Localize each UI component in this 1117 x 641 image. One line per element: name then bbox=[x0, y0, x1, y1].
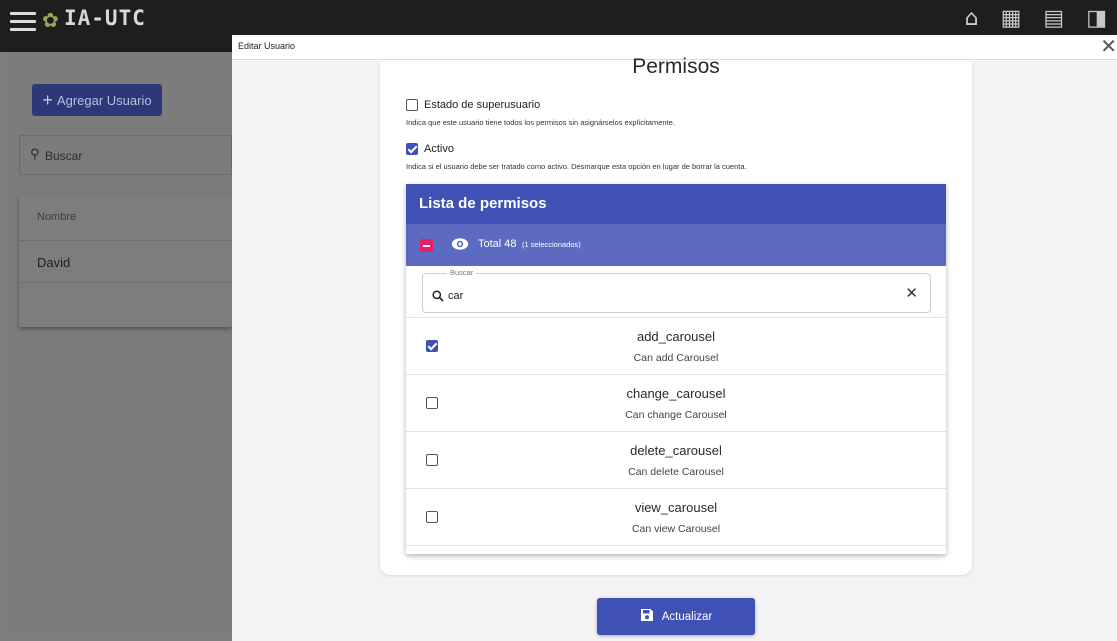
search-icon bbox=[432, 289, 444, 307]
modal-body: Permisos Estado de superusuario Indica q… bbox=[232, 55, 1117, 641]
permission-list-toolbar: Total 48 (1 seleccionados) bbox=[406, 224, 946, 266]
list-item[interactable]: change_carousel Can change Carousel bbox=[406, 375, 946, 432]
update-button[interactable]: Actualizar bbox=[597, 598, 755, 635]
list-item[interactable]: add_carousel Can add Carousel bbox=[406, 318, 946, 375]
home-icon[interactable]: ⌂ bbox=[965, 6, 979, 31]
permission-description: Can delete Carousel bbox=[628, 466, 724, 478]
permissions-card: Permisos Estado de superusuario Indica q… bbox=[380, 55, 972, 575]
permission-search-value[interactable]: car bbox=[448, 290, 463, 302]
active-checkbox[interactable] bbox=[406, 143, 418, 155]
edit-user-modal: Editar Usuario ✕ Permisos Estado de supe… bbox=[232, 35, 1117, 641]
divider bbox=[19, 282, 232, 283]
permission-description: Can add Carousel bbox=[633, 352, 719, 364]
clear-search-icon[interactable]: ✕ bbox=[905, 284, 918, 302]
total-count: Total 48 bbox=[478, 238, 517, 250]
close-icon[interactable]: ✕ bbox=[1100, 36, 1117, 56]
superuser-checkbox[interactable] bbox=[406, 99, 418, 111]
add-user-label: Agregar Usuario bbox=[56, 92, 152, 108]
permission-description: Can view Carousel bbox=[631, 523, 721, 535]
window-menu-icon[interactable]: ▤ bbox=[1043, 6, 1064, 31]
permission-name: view_carousel bbox=[634, 500, 718, 515]
permission-search-field[interactable]: Buscar car ✕ bbox=[422, 268, 931, 313]
search-icon: ⚲ bbox=[30, 147, 40, 162]
permission-name: change_carousel bbox=[626, 386, 726, 401]
column-header-name: Nombre bbox=[37, 211, 77, 223]
permissions-heading: Permisos bbox=[632, 55, 720, 78]
permission-list-title: Lista de permisos bbox=[406, 184, 946, 224]
list-item[interactable]: delete_carousel Can delete Carousel bbox=[406, 432, 946, 489]
selected-count: (1 seleccionados) bbox=[522, 240, 581, 249]
users-table: Nombre David bbox=[19, 195, 232, 327]
table-row[interactable]: David bbox=[37, 255, 70, 270]
user-search-input[interactable]: ⚲ Buscar bbox=[19, 135, 232, 175]
modal-title: Editar Usuario bbox=[238, 41, 296, 51]
active-label: Activo bbox=[424, 143, 454, 155]
active-help: Indica si el usuario debe ser tratado co… bbox=[406, 162, 747, 171]
active-option[interactable]: Activo bbox=[406, 143, 454, 155]
superuser-option[interactable]: Estado de superusuario bbox=[406, 99, 540, 111]
permission-name: delete_carousel bbox=[630, 443, 722, 458]
save-icon bbox=[640, 608, 654, 625]
select-all-checkbox[interactable] bbox=[420, 239, 433, 252]
topbar-icons: ⌂ ▦ ▤ ◨ bbox=[965, 6, 1107, 31]
logo-icon: ✿ bbox=[42, 8, 59, 32]
add-user-button[interactable]: + Agregar Usuario bbox=[32, 84, 162, 116]
update-label: Actualizar bbox=[661, 610, 713, 623]
user-search-placeholder: Buscar bbox=[45, 149, 83, 163]
menu-icon[interactable] bbox=[10, 12, 36, 32]
permission-list: Lista de permisos Total 48 (1 selecciona… bbox=[406, 184, 946, 554]
app-title: IA-UTC bbox=[64, 6, 146, 30]
grid-menu-icon[interactable]: ▦ bbox=[1001, 6, 1022, 31]
plus-icon: + bbox=[42, 90, 53, 110]
permission-name: add_carousel bbox=[636, 329, 716, 344]
eye-icon[interactable] bbox=[451, 237, 469, 256]
permission-description: Can change Carousel bbox=[625, 409, 727, 421]
user-icon[interactable]: ◨ bbox=[1086, 6, 1107, 31]
divider bbox=[19, 240, 232, 241]
superuser-label: Estado de superusuario bbox=[424, 99, 541, 111]
permission-search-label: Buscar bbox=[447, 268, 477, 277]
superuser-help: Indica que este usuario tiene todos los … bbox=[406, 118, 675, 127]
list-item[interactable]: view_carousel Can view Carousel bbox=[406, 489, 946, 546]
